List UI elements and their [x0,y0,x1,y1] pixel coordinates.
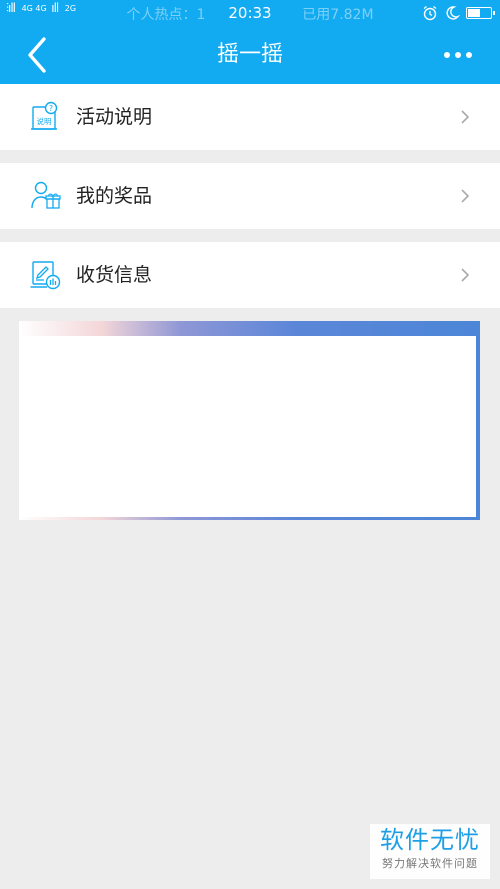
chevron-right-icon [461,268,470,282]
back-button[interactable] [18,35,58,75]
menu-item-label: 活动说明 [76,106,153,128]
svg-text:?: ? [49,104,53,113]
watermark-main: 软件无忧 [380,826,480,854]
promo-banner[interactable] [19,321,480,520]
menu-item-shipping-info[interactable]: 收货信息 [0,242,500,308]
menu-item-label: 收货信息 [76,264,153,286]
more-dot-icon [455,52,461,58]
chevron-left-icon [28,37,46,73]
chevron-right-icon [461,110,470,124]
menu-item-instructions[interactable]: ? 说明 活动说明 [0,84,500,150]
instructions-icon: ? 说明 [31,101,58,130]
chevron-right-icon [461,189,470,203]
more-button[interactable] [436,45,480,65]
menu-item-my-prizes[interactable]: 我的奖品 [0,163,500,229]
banner-content-area [19,336,476,517]
menu-item-label: 我的奖品 [76,185,153,207]
my-prize-icon [31,181,61,209]
status-bar: ⫶ıll 4G 4G ıll 2G 个人热点：1 已用7.82M 20:33 [0,0,500,26]
watermark-sub: 努力解决软件问题 [382,857,478,870]
moon-icon [446,6,460,20]
app-header: 摇一摇 [0,26,500,84]
watermark-logo: 软件无忧 努力解决软件问题 [370,824,490,879]
status-icons [422,4,495,22]
battery-fill [468,9,480,17]
battery-icon [466,7,495,19]
more-dot-icon [444,52,450,58]
instructions-icon-text: 说明 [37,116,52,126]
shipping-info-icon [30,261,61,290]
more-dot-icon [466,52,472,58]
alarm-icon [423,5,437,21]
page-title: 摇一摇 [216,42,283,67]
